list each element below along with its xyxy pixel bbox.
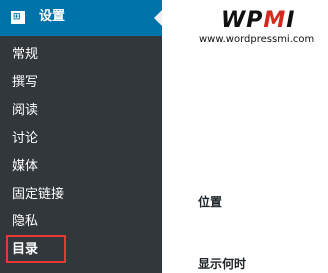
sidebar-item-permalinks[interactable]: 固定链接 xyxy=(0,181,162,209)
logo-text-i: I xyxy=(286,8,296,33)
field-label-show-time: 显示何时 xyxy=(198,257,247,271)
sidebar-item-media[interactable]: 媒体 xyxy=(0,153,162,181)
sidebar-item-general[interactable]: 常规 xyxy=(0,41,162,69)
settings-icon: ⊞ xyxy=(11,11,25,24)
sidebar-item-reading[interactable]: 阅读 xyxy=(0,97,162,125)
admin-sidebar: ⊞ 设置 常规 撰写 阅读 讨论 媒体 固定链接 隐私 目录 xyxy=(0,0,162,273)
field-label-position: 位置 xyxy=(198,195,223,209)
sidebar-item-privacy[interactable]: 隐私 xyxy=(0,208,162,236)
sidebar-item-label: 讨论 xyxy=(12,131,39,146)
logo-text-wp: WP xyxy=(221,8,264,33)
sidebar-item-label: 阅读 xyxy=(12,103,39,118)
sidebar-settings-header[interactable]: ⊞ 设置 xyxy=(0,0,162,36)
highlight-annotation-box xyxy=(6,235,66,263)
sidebar-item-label: 固定链接 xyxy=(12,187,65,202)
sidebar-item-label: 媒体 xyxy=(12,159,39,174)
sidebar-item-label: 撰写 xyxy=(12,75,39,90)
sidebar-settings-label: 设置 xyxy=(39,9,66,24)
sidebar-item-discussion[interactable]: 讨论 xyxy=(0,125,162,153)
wpmi-logo: WPMI xyxy=(221,9,295,33)
active-menu-arrow-icon xyxy=(154,10,162,26)
sidebar-item-label: 隐私 xyxy=(12,214,39,229)
sidebar-item-writing[interactable]: 撰写 xyxy=(0,69,162,97)
logo-url-text: www.wordpressmi.com xyxy=(199,34,315,45)
logo-text-m: M xyxy=(263,8,287,33)
sidebar-item-label: 常规 xyxy=(12,47,39,62)
settings-content-area: WPMI www.wordpressmi.com 位置 显示何时 xyxy=(162,0,328,273)
